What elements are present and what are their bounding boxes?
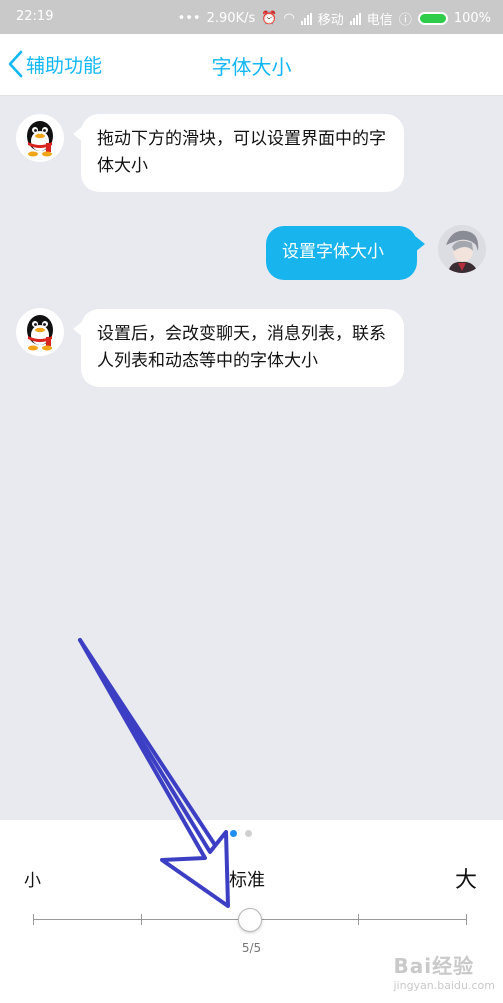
wifi-icon: ◠ <box>283 11 295 26</box>
slider-tick[interactable] <box>33 914 34 925</box>
watermark-text: Bai经验 <box>393 954 475 978</box>
status-bar: 22:19 ••• 2.90K/s ⏰ ◠ 移动 电信 ⓘ 100% <box>0 0 503 34</box>
battery-level: 100% <box>453 11 491 26</box>
slider-tick[interactable] <box>141 914 142 925</box>
battery-icon <box>417 12 448 25</box>
message-bubble-3: 设置后，会改变聊天，消息列表，联系人列表和动态等中的字体大小 <box>73 309 404 387</box>
signal-icon-2 <box>349 12 361 25</box>
watermark-sub: jingyan.baidu.com <box>393 979 495 992</box>
more-dots-icon: ••• <box>177 11 201 26</box>
watermark: Bai经验 jingyan.baidu.com <box>393 950 495 992</box>
status-time: 22:19 <box>16 9 54 24</box>
chat-preview: 拖动下方的滑块，可以设置界面中的字体大小 设置字体大小 设置后，会改变聊天，消息… <box>0 96 503 820</box>
carrier-2: 电信 <box>366 13 393 28</box>
status-indicators: ••• 2.90K/s ⏰ ◠ 移动 电信 ⓘ 100% <box>178 9 491 28</box>
signal-icon <box>300 12 312 25</box>
qq-penguin-avatar-2 <box>16 308 64 356</box>
charging-icon: ⓘ <box>398 13 412 28</box>
slider-tick[interactable] <box>358 914 359 925</box>
label-large: 大 <box>455 868 478 893</box>
page-title: 字体大小 <box>211 55 292 79</box>
network-speed: 2.90K/s <box>206 11 256 26</box>
carrier-1: 移动 <box>317 13 344 28</box>
slider-tick[interactable] <box>466 914 467 925</box>
message-bubble-2: 设置字体大小 <box>266 226 425 280</box>
font-size-slider[interactable] <box>33 908 467 932</box>
page-dot-2 <box>245 830 252 837</box>
page-dot-1 <box>230 830 237 837</box>
page-indicator <box>230 830 252 837</box>
title-bar: 辅助功能 字体大小 <box>0 34 503 96</box>
slider-thumb[interactable] <box>238 908 262 932</box>
message-bubble-1: 拖动下方的滑块，可以设置界面中的字体大小 <box>73 114 404 192</box>
label-standard: 标准 <box>229 870 265 891</box>
user-avatar <box>438 225 486 273</box>
label-small: 小 <box>24 871 41 891</box>
alarm-icon: ⏰ <box>261 11 278 26</box>
qq-penguin-avatar <box>16 114 64 162</box>
